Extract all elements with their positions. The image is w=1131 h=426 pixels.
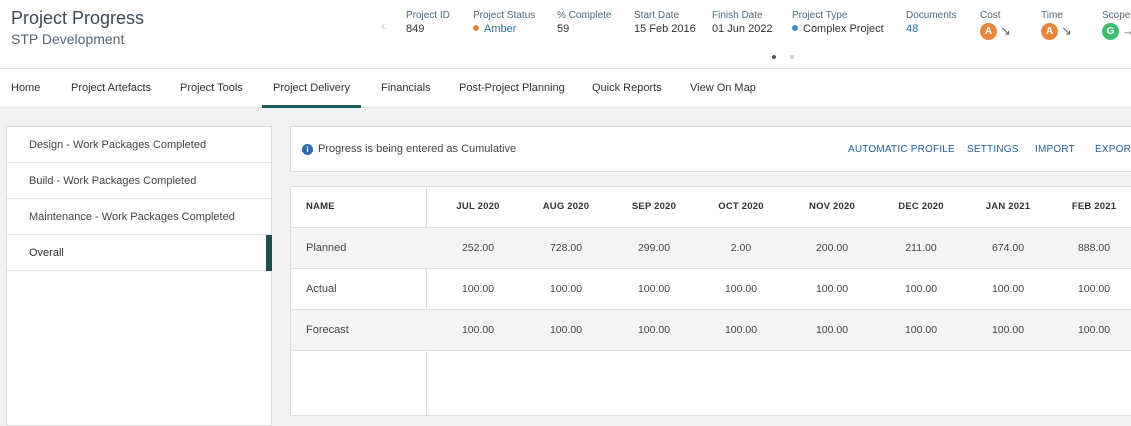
type-dot-icon (792, 25, 798, 31)
row-name: Actual (306, 283, 337, 295)
tab-financials[interactable]: Financials (381, 69, 431, 108)
settings-button[interactable]: SETTINGS (967, 144, 1019, 155)
progress-table: NAME JUL 2020 AUG 2020 SEP 2020 OCT 2020… (290, 186, 1131, 417)
column-header: AUG 2020 (542, 201, 590, 212)
table-cell[interactable]: 2.00 (701, 228, 781, 268)
list-item-design[interactable]: Design - Work Packages Completed (7, 127, 271, 163)
page-title: Project Progress (11, 8, 145, 28)
table-cell[interactable]: 728.00 (526, 228, 606, 268)
page-header: Project Progress STP Development ‹ Proje… (0, 0, 1131, 69)
column-header: DEC 2020 (898, 201, 944, 212)
row-name: Forecast (306, 324, 349, 336)
row-name: Planned (306, 242, 347, 254)
meta-start-date: Start Date 15 Feb 2016 (634, 10, 696, 35)
meta-cost: Cost A ↘ (980, 10, 1011, 40)
table-cell[interactable]: 100.00 (881, 269, 961, 309)
scope-rag-badge: G (1102, 23, 1119, 40)
tab-post-project-planning[interactable]: Post-Project Planning (459, 69, 565, 108)
info-icon: i (302, 144, 313, 155)
import-button[interactable]: IMPORT (1035, 144, 1075, 155)
meta-project-status: Project Status Amber (473, 10, 536, 35)
tab-project-tools[interactable]: Project Tools (180, 69, 243, 108)
table-cell[interactable]: 888.00 (1054, 228, 1131, 268)
cost-rag-badge: A (980, 23, 997, 40)
table-cell[interactable]: 100.00 (438, 269, 518, 309)
trend-down-arrow-icon: ↘ (1061, 23, 1072, 38)
column-header: OCT 2020 (718, 201, 764, 212)
column-header: NAME (306, 201, 335, 212)
tab-project-delivery[interactable]: Project Delivery (262, 69, 362, 108)
meta-finish-date: Finish Date 01 Jun 2022 (712, 10, 773, 35)
meta-scope: Scope G → (1102, 10, 1131, 40)
meta-project-type: Project Type Complex Project (792, 10, 884, 35)
table-header-row: NAME JUL 2020 AUG 2020 SEP 2020 OCT 2020… (291, 187, 1131, 228)
table-cell[interactable]: 100.00 (526, 269, 606, 309)
progress-category-list: Design - Work Packages Completed Build -… (6, 126, 272, 426)
meta-percent-complete: % Complete 59 (557, 10, 612, 35)
automatic-profile-button[interactable]: AUTOMATIC PROFILE (848, 144, 955, 155)
list-item-overall[interactable]: Overall (7, 235, 272, 271)
pager-dot-active[interactable] (772, 55, 776, 59)
pager-dot[interactable] (790, 55, 794, 59)
table-cell[interactable]: 100.00 (792, 310, 872, 350)
column-header: FEB 2021 (1071, 201, 1117, 212)
table-cell[interactable]: 100.00 (526, 310, 606, 350)
table-cell[interactable]: 299.00 (614, 228, 694, 268)
table-cell[interactable]: 100.00 (701, 269, 781, 309)
meta-time: Time A ↘ (1041, 10, 1072, 40)
table-cell[interactable]: 100.00 (1054, 269, 1131, 309)
list-item-maintenance[interactable]: Maintenance - Work Packages Completed (7, 199, 271, 235)
tab-home[interactable]: Home (11, 69, 40, 108)
column-header: SEP 2020 (631, 201, 677, 212)
table-cell[interactable]: 100.00 (968, 269, 1048, 309)
table-row-actual: Actual 100.00 100.00 100.00 100.00 100.0… (291, 269, 1131, 310)
table-cell[interactable]: 100.00 (614, 269, 694, 309)
info-bar: i Progress is being entered as Cumulativ… (290, 126, 1131, 172)
column-header: JAN 2021 (985, 201, 1031, 212)
table-cell[interactable]: 100.00 (792, 269, 872, 309)
table-cell[interactable]: 100.00 (614, 310, 694, 350)
table-cell[interactable]: 200.00 (792, 228, 872, 268)
tab-project-artefacts[interactable]: Project Artefacts (71, 69, 151, 108)
meta-documents[interactable]: Documents 48 (906, 10, 957, 35)
main-nav: Home Project Artefacts Project Tools Pro… (0, 69, 1131, 108)
status-dot-icon (473, 25, 479, 31)
table-cell[interactable]: 674.00 (968, 228, 1048, 268)
table-cell[interactable]: 100.00 (881, 310, 961, 350)
trend-flat-arrow-icon: → (1122, 23, 1131, 38)
table-cell[interactable]: 100.00 (1054, 310, 1131, 350)
table-cell[interactable]: 252.00 (438, 228, 518, 268)
table-cell[interactable]: 100.00 (701, 310, 781, 350)
column-header: NOV 2020 (809, 201, 855, 212)
table-row-planned: Planned 252.00 728.00 299.00 2.00 200.00… (291, 228, 1131, 269)
tab-quick-reports[interactable]: Quick Reports (592, 69, 662, 108)
table-cell[interactable]: 100.00 (438, 310, 518, 350)
meta-project-id: Project ID 849 (406, 10, 450, 35)
export-button[interactable]: EXPORT (1095, 144, 1131, 155)
tab-view-on-map[interactable]: View On Map (690, 69, 756, 108)
meta-pager (772, 46, 808, 64)
trend-down-arrow-icon: ↘ (1000, 23, 1011, 38)
table-cell[interactable]: 211.00 (881, 228, 961, 268)
column-header: JUL 2020 (456, 201, 500, 212)
time-rag-badge: A (1041, 23, 1058, 40)
list-item-build[interactable]: Build - Work Packages Completed (7, 163, 271, 199)
chevron-left-icon[interactable]: ‹ (381, 17, 386, 33)
table-cell[interactable]: 100.00 (968, 310, 1048, 350)
info-message: Progress is being entered as Cumulative (318, 143, 517, 155)
project-name: STP Development (11, 31, 125, 47)
table-row-forecast: Forecast 100.00 100.00 100.00 100.00 100… (291, 310, 1131, 351)
